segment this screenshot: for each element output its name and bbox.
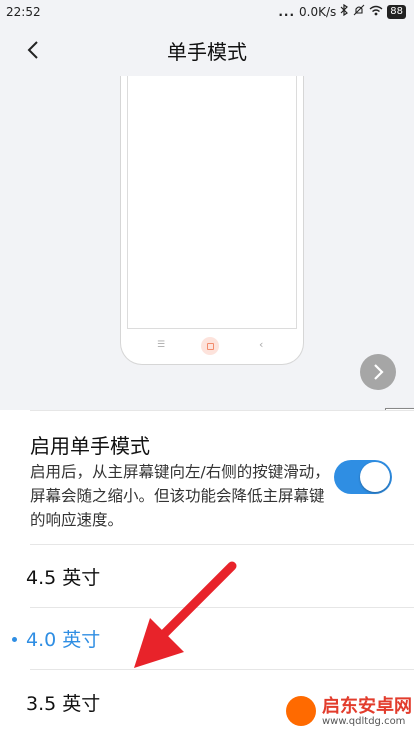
divider: [30, 410, 414, 411]
divider: [30, 544, 414, 545]
wifi-icon: [369, 5, 383, 19]
header: 单手模式: [0, 24, 414, 76]
page-title: 单手模式: [167, 40, 247, 64]
red-arrow-annotation: [134, 561, 237, 668]
network-speed: 0.0K/s: [299, 4, 337, 19]
toggle-title: 启用单手模式: [30, 434, 150, 458]
watermark-icon: [286, 696, 316, 726]
phone-screen: [127, 76, 297, 329]
watermark-logo: 启东安卓网 www.qdltdg.com: [282, 690, 414, 736]
switch-knob: [360, 462, 390, 492]
mute-icon: [353, 4, 365, 19]
phone-preview: ☰ ‹ 下一: [0, 76, 414, 430]
battery-icon: 88: [387, 4, 406, 19]
status-icons: ... 0.0K/s 88: [278, 3, 406, 19]
one-hand-mode-switch[interactable]: [334, 460, 392, 494]
selected-dot-icon: [12, 637, 17, 642]
watermark-url: www.qdltdg.com: [322, 716, 406, 727]
option-label: 4.5 英寸: [26, 567, 101, 589]
more-dots: ...: [278, 4, 296, 19]
bluetooth-icon: [340, 3, 349, 19]
option-label: 4.0 英寸: [26, 629, 101, 651]
status-bar: 22:52 ... 0.0K/s 88: [0, 0, 414, 24]
toggle-description: 启用后，从主屏幕键向左/右侧的按键滑动，屏幕会随之缩小。但该功能会降低主屏幕键的…: [30, 463, 330, 529]
home-icon: [201, 337, 219, 355]
back-arrow-icon: ‹: [259, 338, 264, 351]
menu-icon: ☰: [157, 340, 166, 350]
next-button[interactable]: [360, 354, 396, 390]
phone-navbar: ☰ ‹: [121, 334, 303, 358]
phone-mockup: ☰ ‹: [120, 76, 304, 365]
chevron-right-icon: [374, 364, 384, 380]
watermark-text: 启东安卓网: [322, 696, 412, 717]
status-time: 22:52: [6, 5, 41, 19]
option-label: 3.5 英寸: [26, 693, 101, 715]
